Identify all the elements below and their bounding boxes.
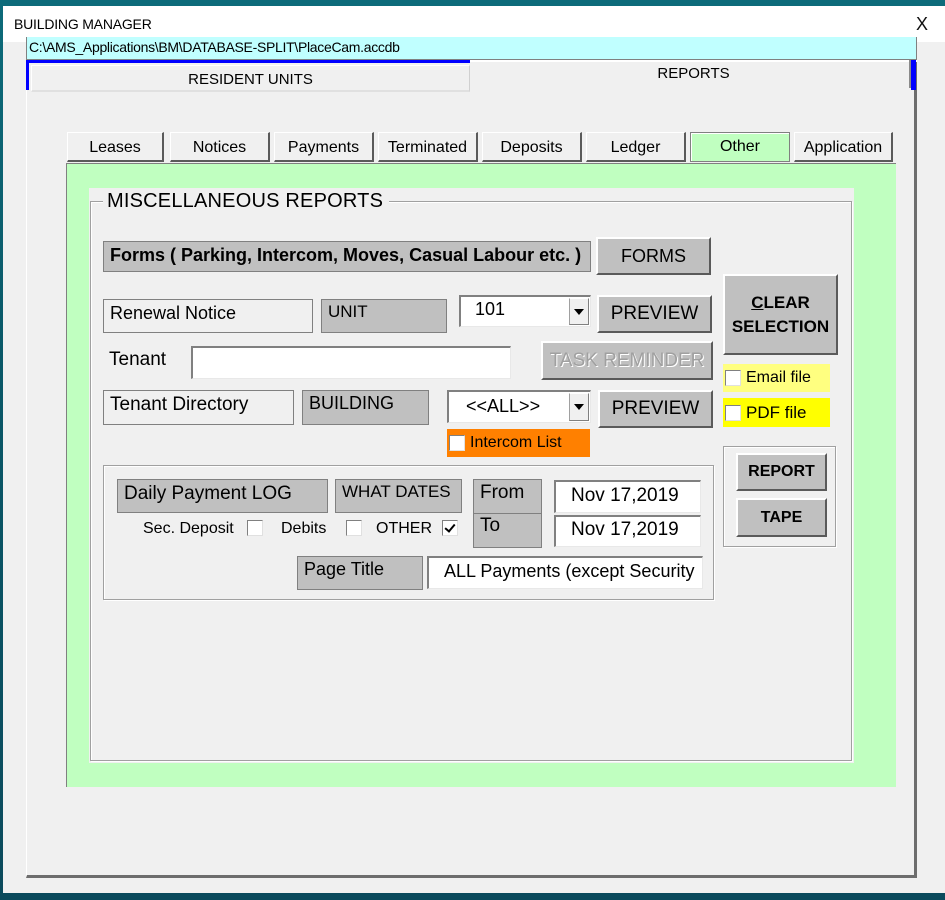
tab-resident-units-label: RESIDENT UNITS — [188, 71, 313, 88]
building-select-value: <<ALL>> — [466, 396, 541, 416]
forms-label: Forms ( Parking, Intercom, Moves, Casual… — [103, 241, 591, 272]
unit-label: UNIT — [321, 299, 447, 333]
email-file-checkbox[interactable] — [725, 370, 741, 386]
intercom-list-label: Intercom List — [470, 434, 562, 451]
unit-select[interactable]: 101 — [459, 295, 591, 327]
payment-log-title: Daily Payment LOG — [117, 479, 328, 513]
debits-checkbox[interactable] — [346, 520, 362, 536]
clear-selection-line2: SELECTION — [731, 316, 830, 336]
from-label: From — [473, 479, 542, 514]
renewal-notice-label: Renewal Notice — [103, 299, 313, 333]
pdf-file-checkbox[interactable] — [725, 404, 741, 421]
tab-reports-label: REPORTS — [657, 65, 730, 82]
intercom-list-checkbox[interactable] — [449, 435, 465, 451]
clear-selection-button[interactable]: CLEAR SELECTION — [723, 274, 838, 355]
directory-preview-button[interactable]: PREVIEW — [598, 390, 713, 428]
chevron-down-icon — [574, 308, 584, 315]
clear-hotkey: C — [751, 292, 764, 312]
sec-deposit-checkbox[interactable] — [247, 520, 263, 536]
what-dates-label: WHAT DATES — [335, 479, 462, 513]
report-button[interactable]: REPORT — [736, 453, 827, 491]
tenant-directory-label: Tenant Directory — [103, 390, 294, 425]
sec-deposit-label: Sec. Deposit — [143, 520, 234, 537]
email-file-label: Email file — [746, 369, 811, 386]
page-title-label: Page Title — [297, 556, 423, 590]
close-icon: X — [915, 13, 928, 34]
page-title-input[interactable]: ALL Payments (except Security — [427, 556, 703, 589]
subtab-leases[interactable]: Leases — [67, 132, 164, 162]
tab-resident-units[interactable]: RESIDENT UNITS — [26, 60, 470, 92]
tab-reports[interactable]: REPORTS — [470, 60, 917, 90]
from-date-input[interactable]: Nov 17,2019 — [554, 480, 701, 513]
database-path: C:\AMS_Applications\BM\DATABASE-SPLIT\Pl… — [26, 37, 917, 60]
subtab-notices[interactable]: Notices — [170, 132, 270, 162]
pdf-file-option[interactable]: PDF file — [723, 398, 830, 427]
subtab-other[interactable]: Other — [690, 132, 790, 162]
clear-line1-rest: LEAR — [763, 292, 810, 312]
pdf-file-label: PDF file — [746, 402, 807, 422]
chevron-down-icon — [574, 404, 584, 410]
subtab-payments[interactable]: Payments — [274, 132, 374, 162]
tab-accent — [911, 60, 916, 90]
subtab-application[interactable]: Application — [794, 132, 893, 162]
misc-reports-title: MISCELLANEOUS REPORTS — [103, 190, 390, 213]
subtab-deposits[interactable]: Deposits — [482, 132, 582, 162]
to-date-input[interactable]: Nov 17,2019 — [554, 515, 701, 547]
email-file-option[interactable]: Email file — [723, 364, 830, 392]
tape-button[interactable]: TAPE — [736, 498, 827, 537]
debits-label: Debits — [281, 520, 327, 537]
window-title: BUILDING MANAGER — [14, 16, 152, 32]
unit-select-value: 101 — [475, 299, 506, 319]
clear-selection-line1: CLEAR — [751, 291, 810, 315]
intercom-list-option[interactable]: Intercom List — [447, 429, 590, 457]
subtab-ledger[interactable]: Ledger — [586, 132, 686, 162]
forms-button[interactable]: FORMS — [596, 237, 711, 275]
task-reminder-button[interactable]: TASK REMINDER — [541, 341, 713, 380]
building-dropdown-button[interactable] — [569, 393, 589, 421]
other-checkbox[interactable] — [442, 520, 458, 536]
subtab-terminated[interactable]: Terminated — [378, 132, 478, 162]
renewal-preview-button[interactable]: PREVIEW — [597, 295, 712, 333]
tenant-label: Tenant — [109, 349, 167, 370]
unit-dropdown-button[interactable] — [569, 298, 589, 325]
building-label: BUILDING — [302, 390, 429, 425]
other-label: OTHER — [376, 520, 432, 537]
building-select[interactable]: <<ALL>> — [447, 390, 591, 423]
to-label: To — [473, 513, 542, 548]
tenant-input[interactable] — [191, 346, 511, 379]
